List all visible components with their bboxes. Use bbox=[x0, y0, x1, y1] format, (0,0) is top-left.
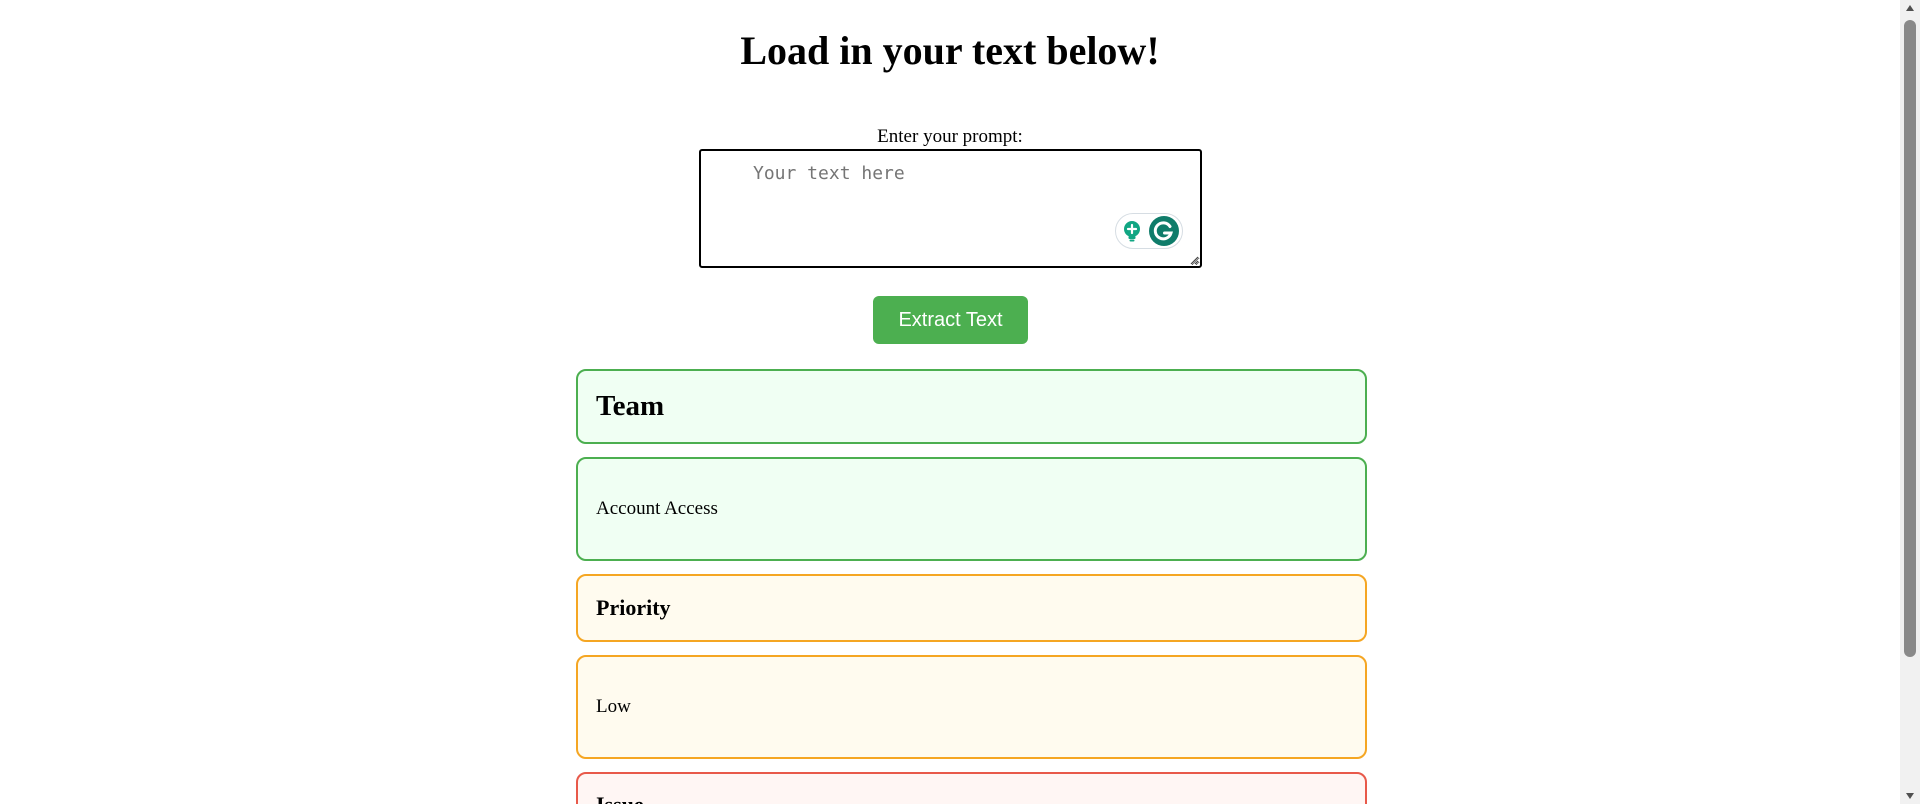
writing-assistant-widget[interactable] bbox=[1115, 213, 1183, 249]
result-card-issue-heading: Issue bbox=[576, 772, 1367, 804]
prompt-textarea[interactable] bbox=[699, 149, 1202, 268]
result-card-priority-heading: Priority bbox=[576, 574, 1367, 642]
app-root: Load in your text below! Enter your prom… bbox=[0, 0, 1920, 804]
result-card-team-value: Account Access bbox=[576, 457, 1367, 561]
page-title: Load in your text below! bbox=[740, 28, 1160, 73]
result-card-priority-value: Low bbox=[576, 655, 1367, 759]
result-card-team-heading: Team bbox=[576, 369, 1367, 444]
result-heading: Team bbox=[596, 390, 665, 422]
lightbulb-icon[interactable] bbox=[1120, 219, 1144, 243]
result-heading: Priority bbox=[596, 595, 671, 620]
prompt-textarea-wrapper bbox=[699, 149, 1202, 268]
grammarly-icon[interactable] bbox=[1148, 215, 1180, 247]
vertical-scrollbar[interactable] bbox=[1900, 0, 1920, 804]
scroll-up-arrow-icon[interactable] bbox=[1904, 2, 1916, 14]
extract-text-button[interactable]: Extract Text bbox=[873, 296, 1028, 344]
resize-grip-icon[interactable] bbox=[1189, 255, 1199, 265]
scroll-down-arrow-icon[interactable] bbox=[1904, 790, 1916, 802]
result-heading: Issue bbox=[596, 792, 644, 804]
scrollbar-thumb[interactable] bbox=[1904, 20, 1916, 657]
result-value: Low bbox=[596, 696, 631, 717]
result-value: Account Access bbox=[596, 498, 718, 519]
prompt-label: Enter your prompt: bbox=[877, 126, 1023, 147]
